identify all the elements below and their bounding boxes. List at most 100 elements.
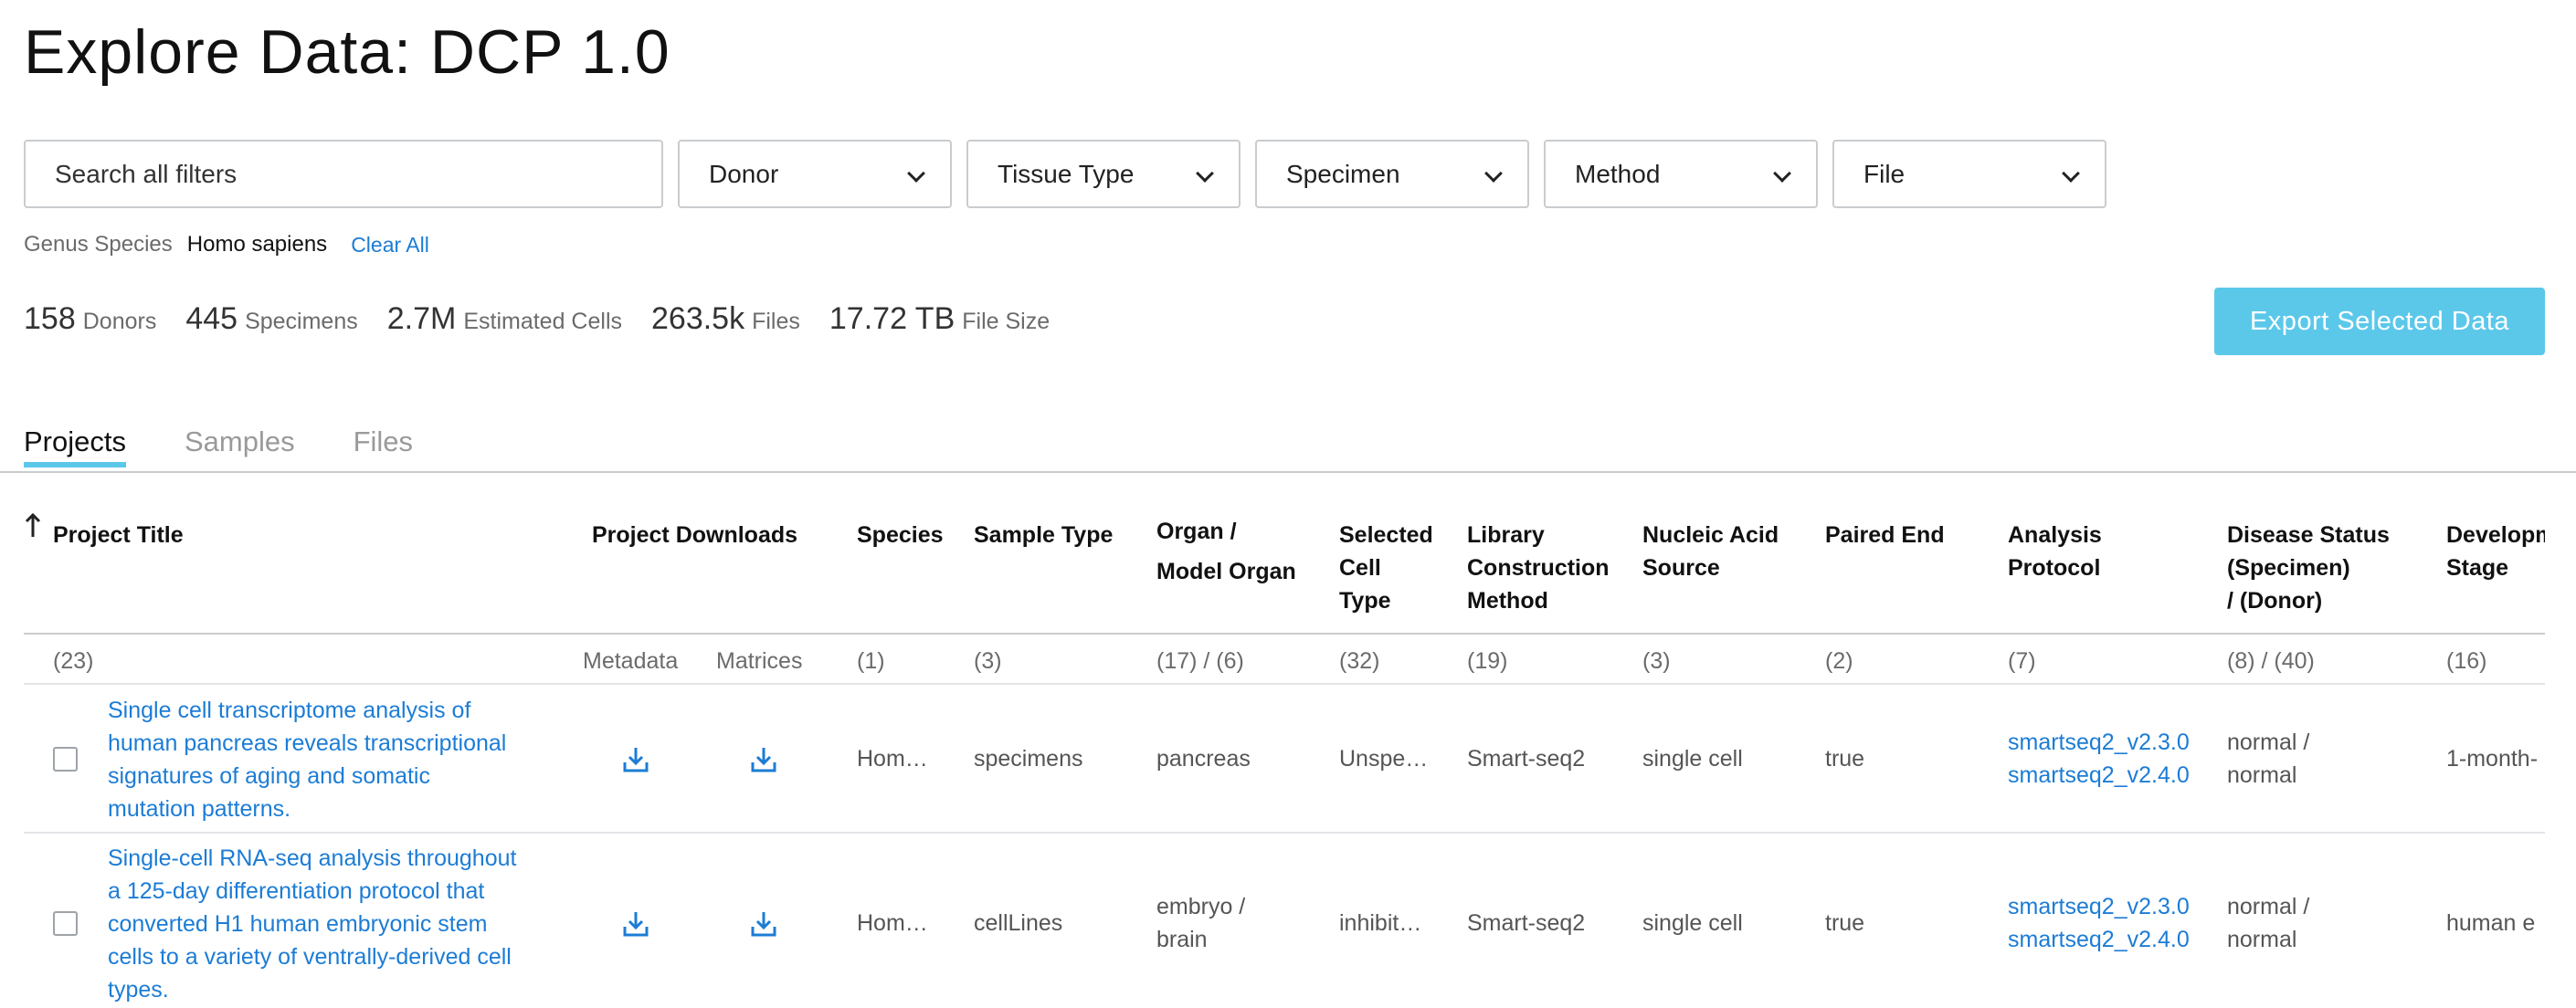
selected-term-value[interactable]: Homo sapiens: [187, 232, 327, 257]
download-metadata-icon[interactable]: [620, 908, 651, 940]
specimen-filter-dropdown[interactable]: Specimen: [1255, 140, 1529, 208]
donor-filter-label: Donor: [709, 159, 779, 188]
tab-samples[interactable]: Samples: [185, 425, 295, 467]
tabs-divider: [0, 471, 2576, 473]
column-header-organ[interactable]: Organ / Model Organ: [1156, 511, 1296, 592]
nucleic-acid-cell: single cell: [1642, 910, 1743, 936]
stat-specimens-label: Specimens: [245, 309, 358, 334]
tissue-type-filter-label: Tissue Type: [998, 159, 1135, 188]
column-header-analysis-protocol[interactable]: Analysis Protocol: [2008, 519, 2102, 584]
species-cell: Hom…: [857, 746, 928, 772]
project-title-line: cells to a variety of ventrally-derived …: [108, 944, 512, 970]
chevron-down-icon: [1196, 164, 1214, 183]
species-cell: Hom…: [857, 910, 928, 936]
disease-status-cell: normal: [2227, 762, 2297, 788]
project-title-line: Single cell transcriptome analysis of: [108, 698, 471, 723]
project-title-line: Single-cell RNA-seq analysis throughout: [108, 845, 517, 871]
chevron-down-icon: [907, 164, 925, 183]
summary-stats: 158 Donors 445 Specimens 2.7M Estimated …: [24, 301, 1079, 337]
donor-filter-dropdown[interactable]: Donor: [678, 140, 952, 208]
method-filter-dropdown[interactable]: Method: [1544, 140, 1818, 208]
project-title-link[interactable]: Single-cell RNA-seq analysis throughout …: [108, 842, 516, 1006]
project-title-line: signatures of aging and somatic: [108, 763, 430, 789]
row-divider: [24, 832, 2545, 834]
count-metadata: Metadata: [583, 648, 679, 674]
count-project-title: (23): [53, 648, 94, 674]
paired-end-cell: true: [1825, 746, 1865, 772]
project-title-line: mutation patterns.: [108, 796, 291, 822]
project-title-line: a 125-day differentiation protocol that: [108, 878, 485, 904]
project-title-line: types.: [108, 977, 169, 1003]
search-placeholder: Search all filters: [55, 159, 238, 188]
disease-status-cell: normal /: [2227, 730, 2310, 755]
development-stage-cell: human e: [2446, 910, 2536, 936]
stat-file-size-label: File Size: [962, 309, 1050, 334]
column-header-library-construction-method[interactable]: Library Construction Method: [1467, 519, 1610, 617]
sample-type-cell: specimens: [974, 746, 1083, 772]
column-header-nucleic-acid-source[interactable]: Nucleic Acid Source: [1642, 519, 1779, 584]
stat-specimens: 445 Specimens: [185, 301, 357, 337]
tab-files[interactable]: Files: [354, 425, 413, 467]
header-divider: [24, 633, 2545, 635]
stat-files: 263.5k Files: [651, 301, 800, 337]
page-title: Explore Data: DCP 1.0: [24, 17, 670, 87]
selected-term-category: Genus Species: [24, 232, 173, 257]
specimen-filter-label: Specimen: [1286, 159, 1400, 188]
export-selected-data-button[interactable]: Export Selected Data: [2214, 288, 2545, 355]
count-analysis-protocol: (7): [2008, 648, 2036, 674]
count-selected-cell-type: (32): [1339, 648, 1380, 674]
sort-ascending-icon[interactable]: [24, 511, 42, 539]
tissue-type-filter-dropdown[interactable]: Tissue Type: [966, 140, 1240, 208]
column-header-species[interactable]: Species: [857, 519, 944, 551]
stat-donors: 158 Donors: [24, 301, 156, 337]
tab-bar: Projects Samples Files: [24, 425, 471, 467]
stat-cells-count: 2.7M: [386, 301, 457, 336]
organ-cell: brain: [1156, 927, 1208, 952]
column-header-disease-status[interactable]: Disease Status (Specimen) / (Donor): [2227, 519, 2390, 617]
selected-terms: Genus Species Homo sapiens Clear All: [24, 232, 429, 257]
download-matrices-icon[interactable]: [748, 908, 779, 940]
project-title-link[interactable]: Single cell transcriptome analysis of hu…: [108, 694, 506, 825]
stat-file-size-count: 17.72 TB: [829, 301, 955, 336]
development-stage-cell: 1-month-: [2446, 746, 2539, 772]
count-library-method: (19): [1467, 648, 1508, 674]
column-header-paired-end[interactable]: Paired End: [1825, 519, 1945, 551]
cell-type-cell: Unspe…: [1339, 746, 1429, 772]
file-filter-dropdown[interactable]: File: [1832, 140, 2106, 208]
column-header-project-downloads: Project Downloads: [592, 522, 798, 548]
library-method-cell: Smart-seq2: [1467, 910, 1586, 936]
file-filter-label: File: [1863, 159, 1906, 188]
analysis-protocol-link[interactable]: smartseq2_v2.4.0: [2008, 759, 2190, 792]
column-header-selected-cell-type[interactable]: Selected Cell Type: [1339, 519, 1433, 617]
chevron-down-icon: [1484, 164, 1503, 183]
paired-end-cell: true: [1825, 910, 1865, 936]
stat-donors-label: Donors: [82, 309, 157, 334]
column-header-project-title[interactable]: Project Title: [53, 519, 184, 551]
organ-cell: pancreas: [1156, 746, 1251, 772]
stat-cells: 2.7M Estimated Cells: [387, 301, 622, 337]
disease-status-cell: normal: [2227, 927, 2297, 952]
search-input[interactable]: Search all filters: [24, 140, 663, 208]
count-organ: (17) / (6): [1156, 648, 1244, 674]
analysis-protocol-link[interactable]: smartseq2_v2.4.0: [2008, 923, 2190, 956]
count-disease-status: (8) / (40): [2227, 648, 2315, 674]
row-select-checkbox[interactable]: [53, 747, 78, 772]
analysis-protocol-link[interactable]: smartseq2_v2.3.0: [2008, 726, 2190, 759]
row-select-checkbox[interactable]: [53, 911, 78, 936]
column-header-development-stage[interactable]: Developm Stage: [2446, 519, 2545, 584]
analysis-protocol-link[interactable]: smartseq2_v2.3.0: [2008, 890, 2190, 923]
disease-status-cell: normal /: [2227, 894, 2310, 919]
stat-donors-count: 158: [24, 301, 76, 336]
stat-file-size: 17.72 TB File Size: [829, 301, 1050, 337]
download-metadata-icon[interactable]: [620, 744, 651, 775]
tab-projects[interactable]: Projects: [24, 425, 126, 467]
column-header-sample-type[interactable]: Sample Type: [974, 519, 1113, 551]
download-matrices-icon[interactable]: [748, 744, 779, 775]
stat-cells-label: Estimated Cells: [463, 309, 622, 334]
organ-cell: embryo /: [1156, 894, 1246, 919]
clear-all-link[interactable]: Clear All: [351, 233, 429, 257]
project-title-line: converted H1 human embryonic stem: [108, 911, 488, 937]
stat-files-count: 263.5k: [651, 301, 745, 336]
nucleic-acid-cell: single cell: [1642, 746, 1743, 772]
count-paired-end: (2): [1825, 648, 1853, 674]
